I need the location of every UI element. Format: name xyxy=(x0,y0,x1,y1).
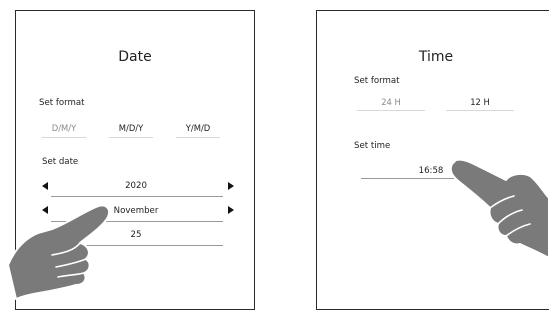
format-option-dmy[interactable]: D/M/Y xyxy=(42,123,86,133)
day-underline xyxy=(51,245,223,246)
month-underline xyxy=(51,221,223,222)
year-value[interactable]: 2020 xyxy=(76,181,196,191)
format-24h-underline xyxy=(357,110,425,111)
chevron-right-icon xyxy=(227,182,234,190)
date-title: Date xyxy=(118,49,152,65)
format-dmy-underline xyxy=(42,137,86,138)
year-underline xyxy=(51,196,223,197)
month-next-button[interactable] xyxy=(225,204,237,216)
month-value[interactable]: November xyxy=(76,206,196,216)
time-value[interactable]: 16:58 xyxy=(401,166,461,176)
format-12h-underline xyxy=(446,110,514,111)
chevron-left-icon xyxy=(41,182,48,190)
format-option-12h[interactable]: 12 H xyxy=(458,97,502,107)
format-option-mdy[interactable]: M/D/Y xyxy=(109,123,153,133)
time-format-label: Set format xyxy=(354,76,400,86)
format-option-ymd[interactable]: Y/M/D xyxy=(176,123,220,133)
year-next-button[interactable] xyxy=(225,180,237,192)
chevron-left-icon xyxy=(41,206,48,214)
year-prev-button[interactable] xyxy=(38,180,50,192)
time-underline xyxy=(361,178,501,179)
date-settings-panel: Date Set format D/M/Y M/D/Y Y/M/D Set da… xyxy=(15,10,255,310)
format-mdy-underline xyxy=(109,137,153,138)
time-title: Time xyxy=(418,49,454,65)
set-date-label: Set date xyxy=(42,157,79,167)
chevron-right-icon xyxy=(227,206,234,214)
month-prev-button[interactable] xyxy=(38,204,50,216)
day-value[interactable]: 25 xyxy=(76,230,196,240)
time-settings-panel: Time Set format 24 H 12 H Set time 16:58 xyxy=(316,10,549,310)
set-time-label: Set time xyxy=(354,141,391,151)
format-ymd-underline xyxy=(176,137,220,138)
format-option-24h[interactable]: 24 H xyxy=(369,97,413,107)
date-format-label: Set format xyxy=(39,98,85,108)
